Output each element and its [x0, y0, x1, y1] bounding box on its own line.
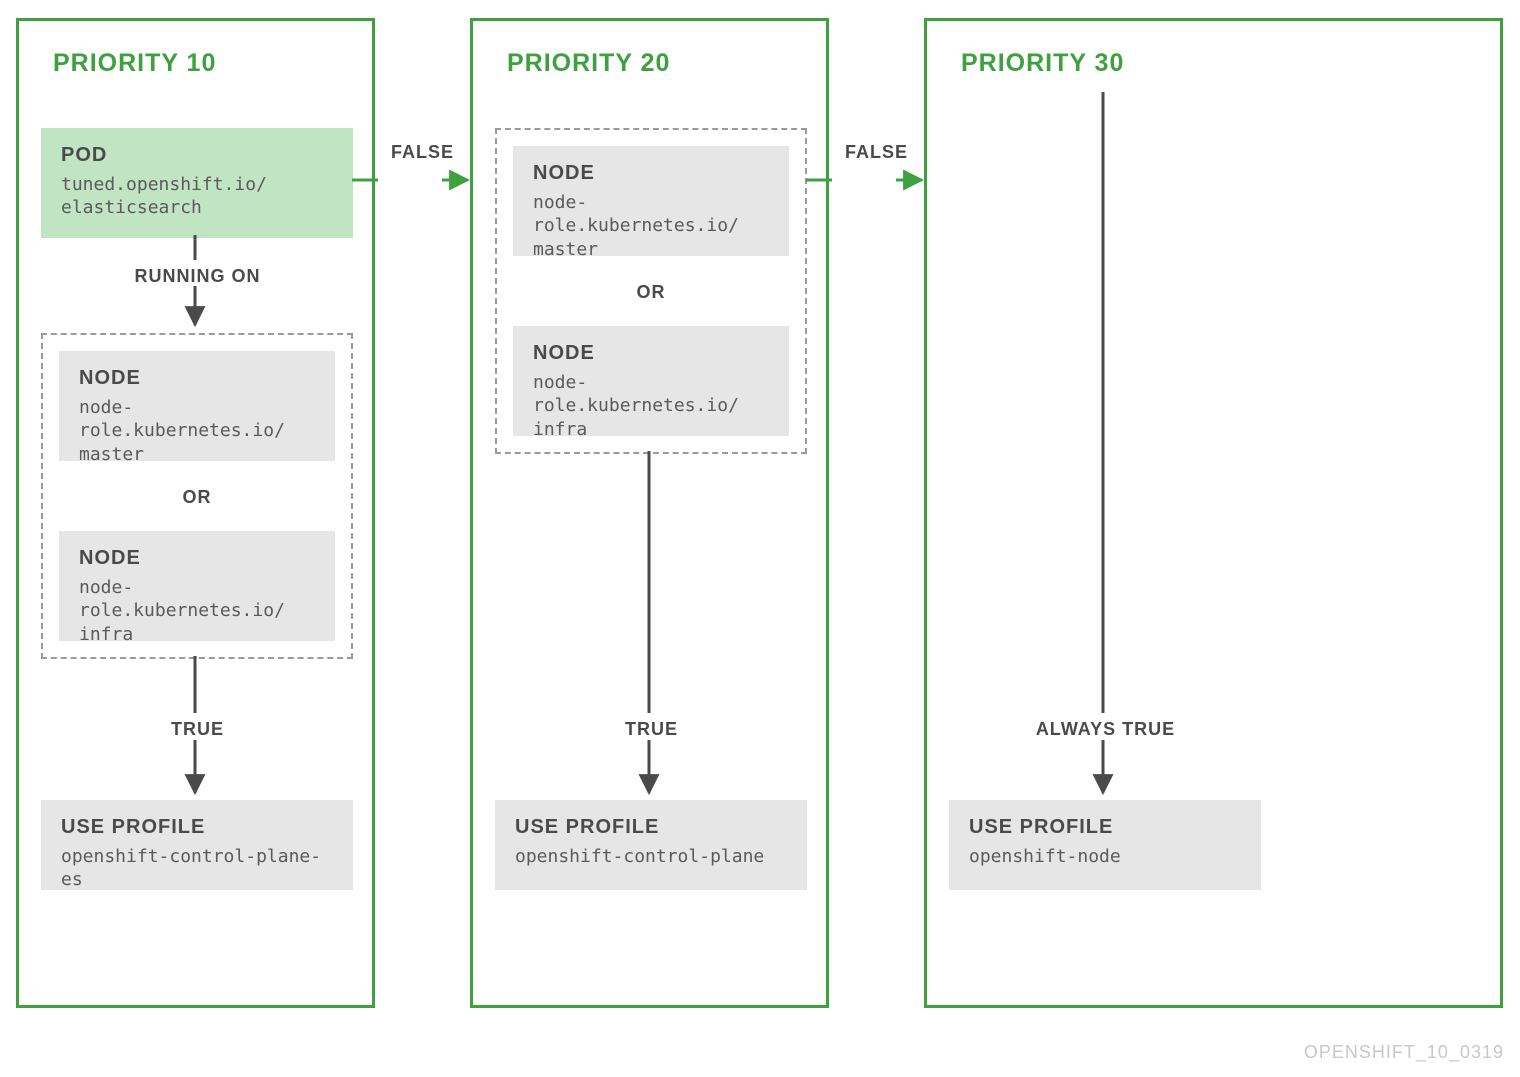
node-infra-box-p20: NODE node-role.kubernetes.io/ infra: [513, 326, 789, 436]
panel-priority-20: PRIORITY 20 NODE node-role.kubernetes.io…: [470, 18, 829, 1008]
profile-box-p20: USE PROFILE openshift-control-plane: [495, 800, 807, 890]
profile-box-p10: USE PROFILE openshift-control-plane-es: [41, 800, 353, 890]
node-group-p10: NODE node-role.kubernetes.io/ master OR …: [41, 333, 353, 659]
node-master-box-p10: NODE node-role.kubernetes.io/ master: [59, 351, 335, 461]
or-label-p20: OR: [497, 282, 805, 303]
node-sub: node-role.kubernetes.io/ infra: [79, 576, 315, 646]
node-title: NODE: [533, 162, 769, 185]
footer-code: OPENSHIFT_10_0319: [1304, 1042, 1504, 1063]
profile-title: USE PROFILE: [969, 816, 1241, 839]
false-label-2: FALSE: [827, 142, 926, 163]
false-label-1: FALSE: [373, 142, 472, 163]
running-on-label: RUNNING ON: [19, 266, 376, 287]
diagram-canvas: PRIORITY 10 POD tuned.openshift.io/ elas…: [0, 0, 1520, 1077]
profile-title: USE PROFILE: [515, 816, 787, 839]
node-infra-box-p10: NODE node-role.kubernetes.io/ infra: [59, 531, 335, 641]
profile-sub: openshift-node: [969, 845, 1241, 868]
profile-sub: openshift-control-plane: [515, 845, 787, 868]
always-true-label: ALWAYS TRUE: [927, 719, 1284, 740]
panel-title: PRIORITY 10: [53, 49, 216, 78]
profile-box-p30: USE PROFILE openshift-node: [949, 800, 1261, 890]
pod-sub: tuned.openshift.io/ elasticsearch: [61, 173, 333, 220]
pod-box: POD tuned.openshift.io/ elasticsearch: [41, 128, 353, 238]
node-sub: node-role.kubernetes.io/ master: [533, 191, 769, 261]
panel-priority-10: PRIORITY 10 POD tuned.openshift.io/ elas…: [16, 18, 375, 1008]
true-label-p10: TRUE: [19, 719, 376, 740]
profile-sub: openshift-control-plane-es: [61, 845, 333, 892]
panel-priority-30: PRIORITY 30 ALWAYS TRUE USE PROFILE open…: [924, 18, 1503, 1008]
node-title: NODE: [79, 367, 315, 390]
true-label-p20: TRUE: [473, 719, 830, 740]
node-sub: node-role.kubernetes.io/ master: [79, 396, 315, 466]
panel-title: PRIORITY 30: [961, 49, 1124, 78]
panel-title: PRIORITY 20: [507, 49, 670, 78]
node-title: NODE: [79, 547, 315, 570]
or-label-p10: OR: [43, 487, 351, 508]
node-title: NODE: [533, 342, 769, 365]
node-sub: node-role.kubernetes.io/ infra: [533, 371, 769, 441]
node-master-box-p20: NODE node-role.kubernetes.io/ master: [513, 146, 789, 256]
node-group-p20: NODE node-role.kubernetes.io/ master OR …: [495, 128, 807, 454]
pod-title: POD: [61, 144, 333, 167]
profile-title: USE PROFILE: [61, 816, 333, 839]
